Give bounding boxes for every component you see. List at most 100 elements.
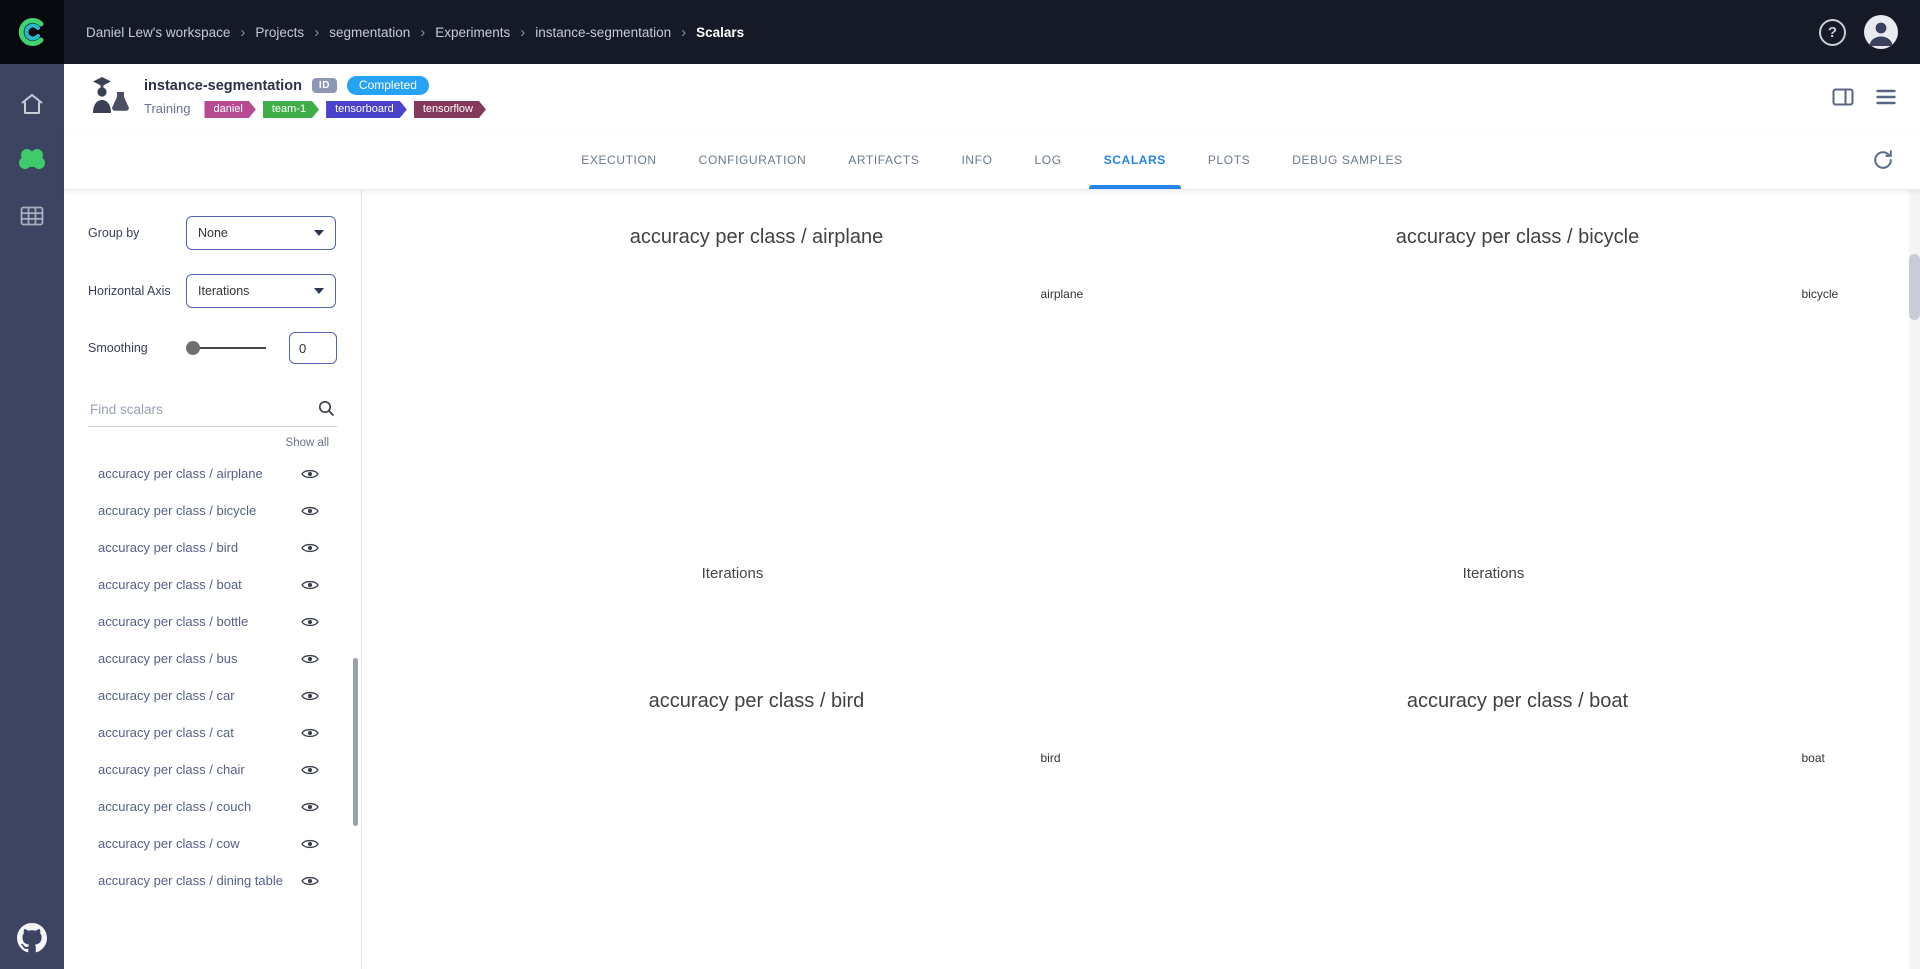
legend-swatch bbox=[1781, 753, 1796, 762]
show-all-link[interactable]: Show all bbox=[88, 437, 329, 449]
chart-card-bicycle: accuracy per class / bicycle bicycle Ite… bbox=[1137, 204, 1898, 656]
breadcrumb-separator: › bbox=[240, 24, 245, 41]
tab-configuration[interactable]: CONFIGURATION bbox=[678, 130, 828, 189]
tab-scalars[interactable]: SCALARS bbox=[1083, 130, 1187, 189]
clearml-logo-icon bbox=[14, 14, 50, 50]
scalar-list-item[interactable]: accuracy per class / airplane bbox=[88, 455, 329, 492]
eye-icon[interactable] bbox=[301, 727, 319, 739]
eye-icon[interactable] bbox=[301, 653, 319, 665]
breadcrumb-item[interactable]: segmentation bbox=[329, 25, 410, 40]
chart-card-boat: accuracy per class / boat boat bbox=[1137, 668, 1898, 969]
scalar-list-item[interactable]: accuracy per class / cat bbox=[88, 714, 329, 751]
tag-list: daniel team-1 tensorboard tensorflow bbox=[204, 99, 492, 118]
page-scrollbar[interactable] bbox=[1909, 190, 1920, 969]
eye-icon[interactable] bbox=[301, 764, 319, 776]
refresh-icon[interactable] bbox=[1872, 149, 1894, 171]
eye-icon[interactable] bbox=[301, 542, 319, 554]
help-icon[interactable]: ? bbox=[1819, 19, 1846, 46]
smoothing-slider[interactable] bbox=[186, 341, 266, 355]
menu-icon[interactable] bbox=[1876, 89, 1896, 105]
chart-legend[interactable]: bird bbox=[1020, 751, 1114, 969]
line-chart[interactable] bbox=[1161, 261, 1781, 561]
sidebar-item-datasets[interactable] bbox=[0, 188, 64, 244]
scalar-list-item[interactable]: accuracy per class / bus bbox=[88, 640, 329, 677]
breadcrumb-separator: › bbox=[520, 24, 525, 41]
line-chart[interactable] bbox=[400, 725, 1020, 969]
chart-legend[interactable]: airplane bbox=[1020, 287, 1114, 561]
experiment-header: instance-segmentation ID Completed Train… bbox=[64, 64, 1920, 130]
experiment-tag[interactable]: tensorboard bbox=[326, 101, 407, 118]
tab-info[interactable]: INFO bbox=[940, 130, 1013, 189]
avatar[interactable] bbox=[1864, 15, 1898, 49]
sidebar-item-projects[interactable] bbox=[0, 132, 64, 188]
scalar-list-item[interactable]: accuracy per class / chair bbox=[88, 751, 329, 788]
scalar-list-item[interactable]: accuracy per class / bicycle bbox=[88, 492, 329, 529]
github-link[interactable] bbox=[0, 923, 64, 953]
charts-grid: accuracy per class / airplane airplane I… bbox=[362, 190, 1920, 969]
scalar-name: accuracy per class / dining table bbox=[98, 873, 283, 888]
sidebar-item-home[interactable] bbox=[0, 76, 64, 132]
eye-icon[interactable] bbox=[301, 690, 319, 702]
chart-title: accuracy per class / boat bbox=[1407, 690, 1628, 713]
scalar-name: accuracy per class / boat bbox=[98, 577, 242, 592]
breadcrumb-separator: › bbox=[681, 24, 686, 41]
scalar-name: accuracy per class / bird bbox=[98, 540, 238, 555]
breadcrumb-item[interactable]: Projects bbox=[255, 25, 304, 40]
tab-log[interactable]: LOG bbox=[1014, 130, 1083, 189]
slider-knob[interactable] bbox=[186, 341, 200, 355]
chevron-down-icon bbox=[314, 230, 324, 236]
chart-legend[interactable]: bicycle bbox=[1781, 287, 1875, 561]
breadcrumb: Daniel Lew's workspace › Projects › segmenta… bbox=[86, 24, 744, 41]
scalar-name: accuracy per class / airplane bbox=[98, 466, 263, 481]
breadcrumb-item[interactable]: Scalars bbox=[696, 25, 744, 40]
scalar-name: accuracy per class / bus bbox=[98, 651, 237, 666]
scalar-list-item[interactable]: accuracy per class / bottle bbox=[88, 603, 329, 640]
group-by-select[interactable]: None bbox=[186, 216, 336, 250]
scalar-list-item[interactable]: accuracy per class / dining table bbox=[88, 862, 329, 899]
scalar-list-item[interactable]: accuracy per class / couch bbox=[88, 788, 329, 825]
horizontal-axis-select[interactable]: Iterations bbox=[186, 274, 336, 308]
tab-debug-samples[interactable]: DEBUG SAMPLES bbox=[1271, 130, 1424, 189]
breadcrumb-item[interactable]: instance-segmentation bbox=[535, 25, 671, 40]
experiment-tag[interactable]: team-1 bbox=[263, 101, 319, 118]
experiment-tag[interactable]: tensorflow bbox=[414, 101, 486, 118]
smoothing-input[interactable] bbox=[289, 332, 337, 364]
clearml-logo[interactable] bbox=[0, 0, 64, 64]
details-view-icon[interactable] bbox=[1832, 88, 1854, 106]
scalars-settings-panel: Group by None Horizontal Axis Iterations… bbox=[64, 190, 362, 969]
scalar-list-item[interactable]: accuracy per class / cow bbox=[88, 825, 329, 862]
tab-plots[interactable]: PLOTS bbox=[1187, 130, 1271, 189]
user-icon bbox=[1864, 15, 1898, 49]
chart-card-airplane: accuracy per class / airplane airplane I… bbox=[376, 204, 1137, 656]
eye-icon[interactable] bbox=[301, 579, 319, 591]
id-badge[interactable]: ID bbox=[312, 78, 337, 93]
search-icon[interactable] bbox=[318, 400, 335, 422]
tab-execution[interactable]: EXECUTION bbox=[560, 130, 677, 189]
legend-swatch bbox=[1781, 289, 1796, 298]
eye-icon[interactable] bbox=[301, 505, 319, 517]
scalar-list-item[interactable]: accuracy per class / boat bbox=[88, 566, 329, 603]
scalar-list-item[interactable]: accuracy per class / car bbox=[88, 677, 329, 714]
page-scrollbar-thumb[interactable] bbox=[1909, 254, 1920, 320]
experiment-type-label: Training bbox=[144, 101, 190, 116]
eye-icon[interactable] bbox=[301, 838, 319, 850]
eye-icon[interactable] bbox=[301, 801, 319, 813]
line-chart[interactable] bbox=[1161, 725, 1781, 969]
panel-scrollbar[interactable] bbox=[353, 658, 358, 826]
breadcrumb-item[interactable]: Daniel Lew's workspace bbox=[86, 25, 230, 40]
scalar-list-item[interactable]: accuracy per class / bird bbox=[88, 529, 329, 566]
scalars-content: Group by None Horizontal Axis Iterations… bbox=[64, 190, 1920, 969]
legend-label: bird bbox=[1041, 751, 1061, 765]
breadcrumb-item[interactable]: Experiments bbox=[435, 25, 510, 40]
chart-legend[interactable]: boat bbox=[1781, 751, 1875, 969]
scalar-name: accuracy per class / bottle bbox=[98, 614, 248, 629]
eye-icon[interactable] bbox=[301, 468, 319, 480]
tab-artifacts[interactable]: ARTIFACTS bbox=[827, 130, 940, 189]
find-scalars-input[interactable] bbox=[88, 398, 337, 427]
group-by-value: None bbox=[198, 226, 228, 240]
eye-icon[interactable] bbox=[301, 616, 319, 628]
github-icon bbox=[17, 923, 47, 953]
eye-icon[interactable] bbox=[301, 875, 319, 887]
line-chart[interactable] bbox=[400, 261, 1020, 561]
experiment-tag[interactable]: daniel bbox=[204, 101, 255, 118]
